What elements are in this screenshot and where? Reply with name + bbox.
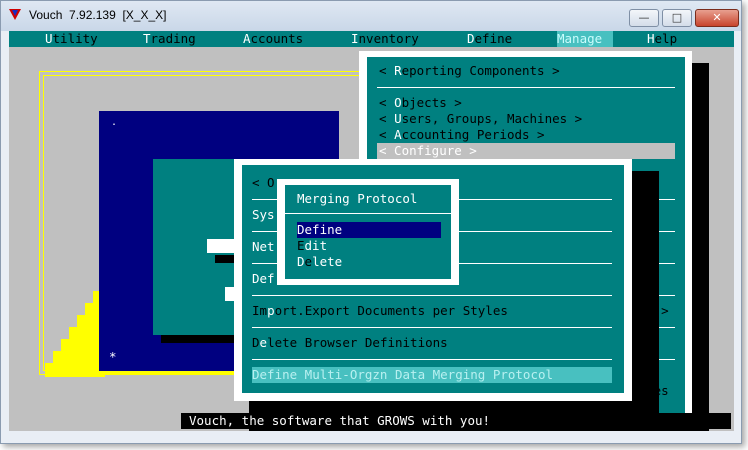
- vouch-logo-icon-inner: [12, 10, 18, 16]
- minimize-icon: —: [638, 11, 650, 24]
- menu-utility[interactable]: Utility: [45, 31, 98, 47]
- minimize-button[interactable]: —: [629, 9, 659, 27]
- menu-accounts[interactable]: Accounts: [243, 31, 303, 47]
- menu-separator: [252, 295, 612, 296]
- menu-separator: [252, 359, 612, 360]
- configure-item-networks[interactable]: Net: [252, 239, 275, 255]
- blue-window-star: *: [109, 349, 117, 364]
- menu-define[interactable]: Define: [467, 31, 512, 47]
- configure-item-import-export[interactable]: Import.Export Documents per Styles: [252, 303, 508, 319]
- popup-item-edit[interactable]: Edit: [297, 238, 327, 254]
- menu-inventory[interactable]: Inventory: [351, 31, 419, 47]
- configure-item-systems[interactable]: Sys: [252, 207, 275, 223]
- menu-item-reporting-components[interactable]: < Reporting Components >: [379, 63, 560, 79]
- status-bar: Vouch, the software that GROWS with you!: [181, 413, 731, 429]
- yellow-stair-decoration: [45, 287, 105, 377]
- maximize-button[interactable]: □: [662, 9, 692, 27]
- maximize-icon: □: [671, 11, 683, 24]
- menu-trading[interactable]: Trading: [143, 31, 196, 47]
- configure-item-define-merging-protocol[interactable]: Define Multi-Orgzn Data Merging Protocol: [252, 367, 612, 383]
- configure-item-open[interactable]: < O: [252, 175, 275, 191]
- popup-title: Merging Protocol: [297, 191, 418, 206]
- popup-separator: [285, 213, 451, 214]
- menu-item-accounting-periods[interactable]: < Accounting Periods >: [379, 127, 545, 143]
- menu-item-users-groups-machines[interactable]: < Users, Groups, Machines >: [379, 111, 582, 127]
- popup-item-define[interactable]: Define: [297, 222, 342, 238]
- configure-item-defaults[interactable]: Def: [252, 271, 275, 287]
- close-icon: ✕: [712, 11, 722, 24]
- window-title: Vouch 7.92.139 [X_X_X]: [29, 8, 167, 22]
- menu-manage[interactable]: Manage: [557, 31, 613, 47]
- menu-item-configure[interactable]: < Configure >: [377, 143, 675, 159]
- menu-help[interactable]: Help: [647, 31, 677, 47]
- terminal-screen: Utility Trading Accounts Inventory Defin…: [9, 31, 734, 431]
- blue-window-dot: .: [111, 117, 118, 128]
- menu-separator: [252, 327, 612, 328]
- close-button[interactable]: ✕: [695, 9, 739, 27]
- popup-item-delete[interactable]: Delete: [297, 254, 342, 270]
- configure-item-delete-browser[interactable]: Delete Browser Definitions: [252, 335, 448, 351]
- menu-item-objects[interactable]: < Objects >: [379, 95, 462, 111]
- menu-separator: [377, 87, 675, 88]
- app-window: Vouch 7.92.139 [X_X_X] — □ ✕ Utility Tra…: [0, 0, 742, 444]
- title-bar[interactable]: Vouch 7.92.139 [X_X_X] — □ ✕: [1, 1, 741, 31]
